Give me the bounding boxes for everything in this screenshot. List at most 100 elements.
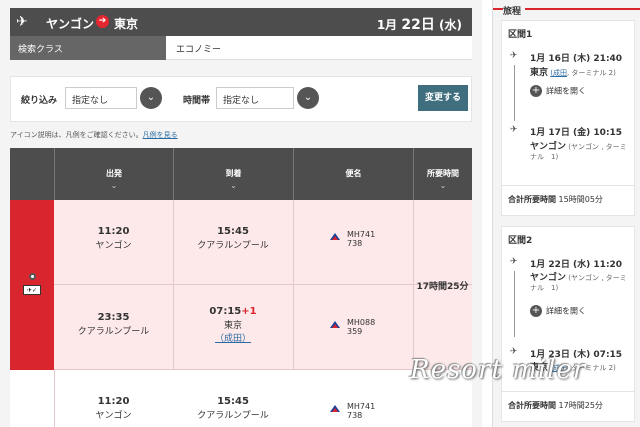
time-filter-select[interactable]: 指定なし ⌄ <box>216 87 319 109</box>
chevron-down-icon[interactable]: ⌄ <box>297 87 319 109</box>
departure-city: 東京 <box>530 68 549 78</box>
leg-departure: 11:20 ヤンゴン <box>54 396 173 421</box>
segment-header: 区間1 <box>508 30 533 40</box>
cabin-class-row: 検索クラス エコノミー <box>10 36 472 60</box>
table-header: 出発 ⌄ 到着 ⌄ 便名 所要時間 ⌄ <box>10 148 472 200</box>
aircraft-type: 738 <box>347 239 363 248</box>
arrival-datetime: 1月 17日 (金) 10:15 <box>530 128 623 138</box>
takeoff-icon: ✈ <box>510 51 518 61</box>
col-departure: 出発 ⌄ <box>54 148 173 200</box>
selected-option-marker[interactable]: ✈✓ <box>10 200 54 370</box>
total-duration-label: 合計所要時間 <box>508 401 556 410</box>
total-duration: 17時間25分 <box>416 282 469 292</box>
departure-time: 23:35 <box>97 312 130 323</box>
flight-number: MH088 <box>347 318 376 327</box>
segment-header: 区間2 <box>508 236 533 246</box>
narrow-filter-value: 指定なし <box>72 96 109 106</box>
narrow-filter-select[interactable]: 指定なし ⌄ <box>65 87 162 109</box>
cabin-class-value: エコノミー <box>176 45 222 55</box>
aircraft-type: 738 <box>347 411 363 420</box>
aircraft-type: 359 <box>347 327 363 336</box>
leg-flight: MH741 738 <box>330 402 376 420</box>
time-filter-label: 時間帯 <box>183 96 211 106</box>
departure-terminal: ナル 1) <box>530 284 559 292</box>
departure-time: 11:20 <box>97 396 130 407</box>
arrival-terminal: ナル 1) <box>530 153 559 161</box>
watermark-text: Resort miler <box>410 355 587 385</box>
departure-city: ヤンゴン <box>530 273 567 283</box>
departure-datetime: 1月 16日 (木) 21:40 <box>530 54 623 64</box>
departure-location: ヤンゴン (ヤンゴン , ターミナル 1) <box>530 270 627 293</box>
route-date-month: 1月 <box>376 18 402 32</box>
arrival-time-value: 07:15 <box>209 306 242 317</box>
landing-icon: ✈ <box>510 125 518 135</box>
narrow-filter-label: 絞り込み <box>21 96 58 106</box>
departure-location: 東京 (成田, ターミナル 2) <box>530 65 616 78</box>
route-header: ✈ ヤンゴン ➔ 東京 1月 22日 (水) <box>10 8 472 36</box>
arrival-city: クアラルンプール <box>197 241 269 251</box>
departure-airport-link[interactable]: (成田 <box>550 69 567 77</box>
route-date-weekday: (水) <box>434 18 462 32</box>
cabin-class-label: 検索クラス <box>10 36 166 60</box>
flight-number: MH741 <box>347 402 376 411</box>
leg-flight: MH741 738 <box>330 230 376 248</box>
leg-departure: 23:35 クアラルンプール <box>54 312 173 337</box>
route-origin: ヤンゴン <box>46 17 95 31</box>
leg-arrival: 15:45 クアラルンプール <box>173 226 293 251</box>
malaysia-airlines-logo-icon <box>330 321 340 328</box>
arrow-right-icon: ➔ <box>96 15 109 28</box>
chevron-down-icon[interactable]: ⌄ <box>140 87 162 109</box>
route-date: 1月 22日 (水) <box>377 14 462 34</box>
segment-timeline <box>514 271 515 337</box>
arrival-time: 15:45 <box>217 396 249 407</box>
time-filter-value: 指定なし <box>223 96 260 106</box>
chevron-down-icon: ⌄ <box>230 181 237 190</box>
malaysia-airlines-logo-icon <box>330 233 340 240</box>
col-departure-label: 出発 <box>106 169 122 178</box>
segment-timeline <box>514 65 515 121</box>
departure-airport: (ヤンゴン , ターミ <box>568 274 627 282</box>
leg-arrival: 07:15+1 東京 （成田） <box>173 306 293 344</box>
chevron-down-icon: ⌄ <box>110 181 118 190</box>
plus-icon[interactable]: + <box>530 85 542 97</box>
open-details-label: 詳細を開く <box>546 86 586 96</box>
flight-number: MH741 <box>347 230 376 239</box>
departure-city: ヤンゴン <box>95 411 132 421</box>
col-arrival-label: 到着 <box>225 169 242 178</box>
change-filter-button[interactable]: 変更する <box>418 85 468 111</box>
itinerary-segment-1: 区間1 ✈ 1月 16日 (木) 21:40 東京 (成田, ターミナル 2) … <box>501 20 635 216</box>
arrival-city: クアラルンプール <box>197 411 269 421</box>
open-details-button[interactable]: + 詳細を開く <box>530 305 586 317</box>
arrival-airport: (ヤンゴン , ターミ <box>568 143 627 151</box>
open-details-button[interactable]: + 詳細を開く <box>530 85 586 97</box>
malaysia-airlines-logo-icon <box>330 405 340 412</box>
col-flight-label: 便名 <box>345 169 362 178</box>
arrival-time: 07:15+1 <box>173 306 293 317</box>
departure-datetime: 1月 22日 (水) 11:20 <box>530 260 623 270</box>
total-duration-value: 15時間05分 <box>558 195 603 204</box>
arrival-city: 東京 <box>223 321 242 331</box>
takeoff-icon: ✈ <box>510 257 518 267</box>
arrival-time: 15:45 <box>217 226 249 237</box>
plus-icon[interactable]: + <box>530 305 542 317</box>
seat-icon: ✈✓ <box>23 285 41 295</box>
total-duration-value: 17時間25分 <box>558 401 603 410</box>
itinerary-segment-2: 区間2 ✈ 1月 22日 (水) 11:20 ヤンゴン (ヤンゴン , ターミナ… <box>501 226 635 422</box>
departure-city: ヤンゴン <box>95 241 132 251</box>
leg-departure: 11:20 ヤンゴン <box>54 226 173 251</box>
itinerary-title: 旅程 <box>503 4 526 17</box>
arrival-location: ヤンゴン (ヤンゴン , ターミ ナル 1) <box>530 139 627 162</box>
icon-legend-note: アイコン説明は、凡例をご確認ください。凡例を見る <box>10 130 178 140</box>
col-duration: 所要時間 ⌄ <box>413 148 472 200</box>
arrival-airport-link[interactable]: （成田） <box>215 334 251 344</box>
legend-link[interactable]: 凡例を見る <box>143 131 178 139</box>
filter-panel: 絞り込み 指定なし ⌄ 時間帯 指定なし ⌄ 変更する <box>10 76 472 122</box>
segment-total-duration: 合計所要時間 15時間05分 <box>502 185 634 213</box>
segment-total-duration: 合計所要時間 17時間25分 <box>502 391 634 419</box>
icon-legend-text: アイコン説明は、凡例をご確認ください。 <box>10 131 143 139</box>
total-duration-label: 合計所要時間 <box>508 195 556 204</box>
next-day-marker: +1 <box>241 306 257 317</box>
col-flight: 便名 <box>293 148 413 200</box>
radio-selected-icon[interactable] <box>29 273 36 280</box>
chevron-down-icon: ⌄ <box>439 181 447 190</box>
